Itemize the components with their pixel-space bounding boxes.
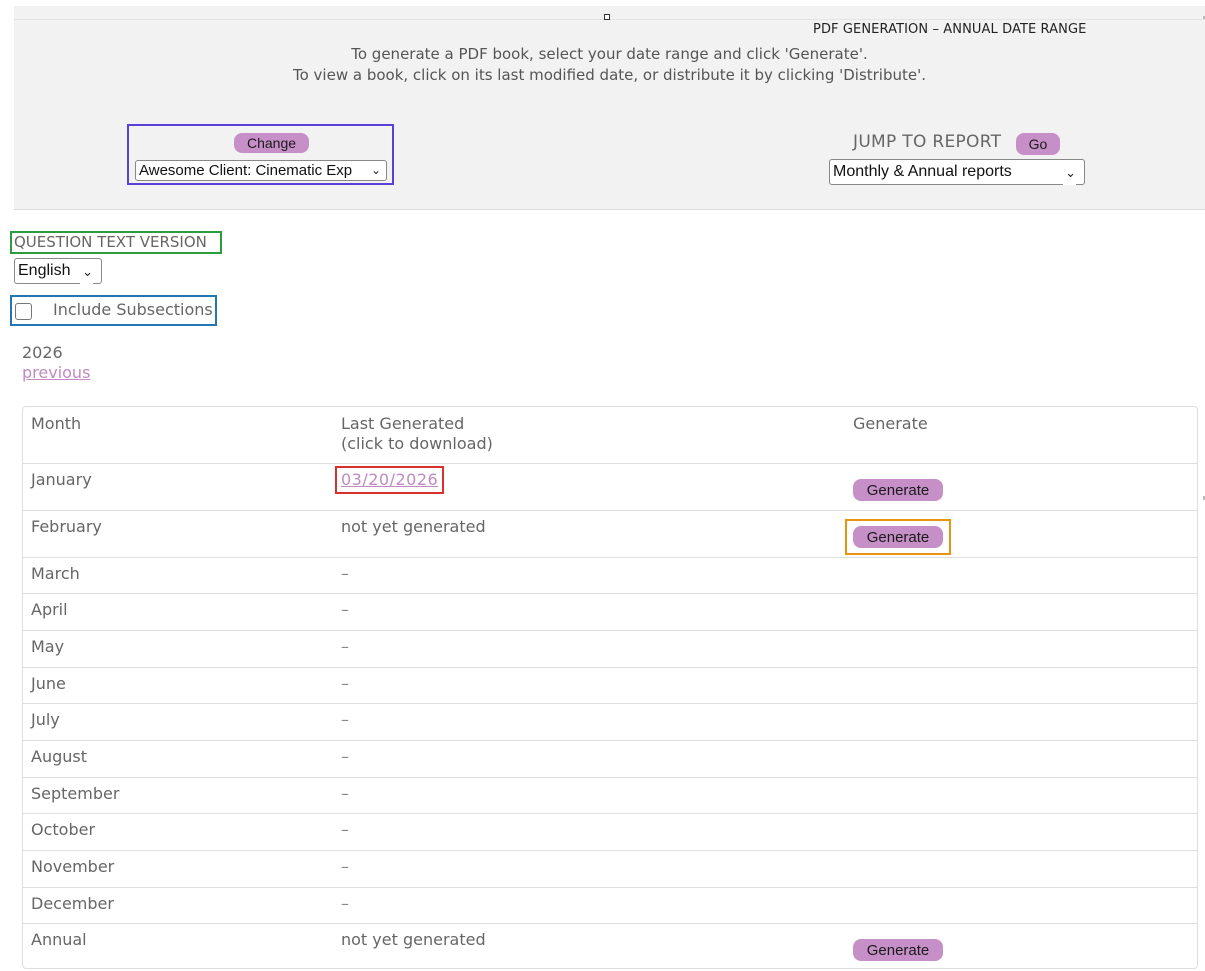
last-generated-cell: – [341, 820, 349, 839]
month-cell: January [31, 470, 92, 489]
month-cell: December [31, 894, 114, 913]
column-header-month: Month [31, 414, 82, 433]
generation-table: Month Last Generated (click to download)… [22, 406, 1198, 969]
previous-year-link[interactable]: previous [22, 363, 90, 382]
instruction-line-1: To generate a PDF book, select your date… [351, 45, 868, 63]
client-select-value: Awesome Client: Cinematic Exp [139, 162, 353, 179]
last-generated-cell: not yet generated [341, 930, 486, 949]
table-row: August – [23, 741, 1197, 778]
table-row: December – [23, 888, 1197, 924]
last-generated-cell: – [341, 747, 349, 766]
client-selector-group: Change Awesome Client: Cinematic Exp ⌄ [127, 124, 394, 185]
chevron-down-icon: ⌄ [368, 161, 381, 180]
include-subsections-checkbox[interactable] [15, 303, 32, 320]
month-cell: March [31, 564, 80, 583]
table-row: March – [23, 558, 1197, 594]
instruction-line-2: To view a book, click on its last modifi… [292, 66, 927, 84]
table-header-row: Month Last Generated (click to download)… [23, 407, 1197, 464]
last-generated-cell: – [341, 600, 349, 619]
generate-button[interactable]: Generate [853, 939, 943, 961]
last-generated-cell: – [341, 674, 349, 693]
table-row: November – [23, 851, 1197, 888]
include-subsections-label: Include Subsections [53, 300, 213, 319]
include-subsections-group: Include Subsections [10, 295, 217, 326]
month-cell: February [31, 517, 102, 536]
report-select[interactable]: Monthly & Annual reports ⌄ [829, 159, 1085, 185]
column-header-last-generated: Last Generated (click to download) [341, 414, 493, 453]
month-cell: August [31, 747, 87, 766]
last-generated-cell: not yet generated [341, 517, 486, 536]
month-cell: Annual [31, 930, 87, 949]
month-cell: May [31, 637, 65, 656]
anchor-marker [604, 14, 610, 20]
table-row: February not yet generated Generate [23, 511, 1197, 558]
table-row: January 03/20/2026 Generate [23, 464, 1197, 511]
month-cell: October [31, 820, 96, 839]
month-cell: June [31, 674, 66, 693]
header-panel: PDF GENERATION – ANNUAL DATE RANGE To ge… [14, 6, 1205, 210]
table-row: October – [23, 814, 1197, 851]
column-header-generate: Generate [853, 414, 928, 433]
generate-button[interactable]: Generate [853, 479, 943, 501]
table-row: May – [23, 631, 1197, 668]
last-generated-cell: – [341, 637, 349, 656]
table-row: Annual not yet generated Generate [23, 924, 1197, 970]
last-generated-cell: – [341, 784, 349, 803]
report-select-value: Monthly & Annual reports [833, 163, 1012, 180]
last-generated-cell: – [341, 564, 349, 583]
client-select[interactable]: Awesome Client: Cinematic Exp ⌄ [135, 160, 387, 181]
go-button[interactable]: Go [1016, 133, 1060, 155]
table-row: July – [23, 704, 1197, 741]
last-generated-cell: – [341, 894, 349, 913]
table-row: June – [23, 668, 1197, 704]
page-title: PDF GENERATION – ANNUAL DATE RANGE [813, 22, 1087, 37]
download-date-link[interactable]: 03/20/2026 [335, 466, 445, 494]
year-label: 2026 [22, 343, 63, 362]
generate-button[interactable]: Generate [853, 526, 943, 548]
language-select-value: English [18, 262, 71, 279]
last-generated-cell: – [341, 857, 349, 876]
month-cell: September [31, 784, 120, 803]
month-cell: July [31, 710, 60, 729]
language-select[interactable]: English ⌄ [14, 258, 102, 284]
month-cell: November [31, 857, 115, 876]
chevron-down-icon: ⌄ [80, 260, 93, 284]
table-row: April – [23, 594, 1197, 631]
question-text-version-label: QUESTION TEXT VERSION [10, 231, 222, 254]
table-row: September – [23, 778, 1197, 814]
chevron-down-icon: ⌄ [1063, 161, 1076, 185]
change-client-button[interactable]: Change [234, 133, 309, 153]
last-generated-cell: – [341, 710, 349, 729]
jump-to-report-label: JUMP TO REPORT [853, 132, 1002, 152]
month-cell: April [31, 600, 68, 619]
